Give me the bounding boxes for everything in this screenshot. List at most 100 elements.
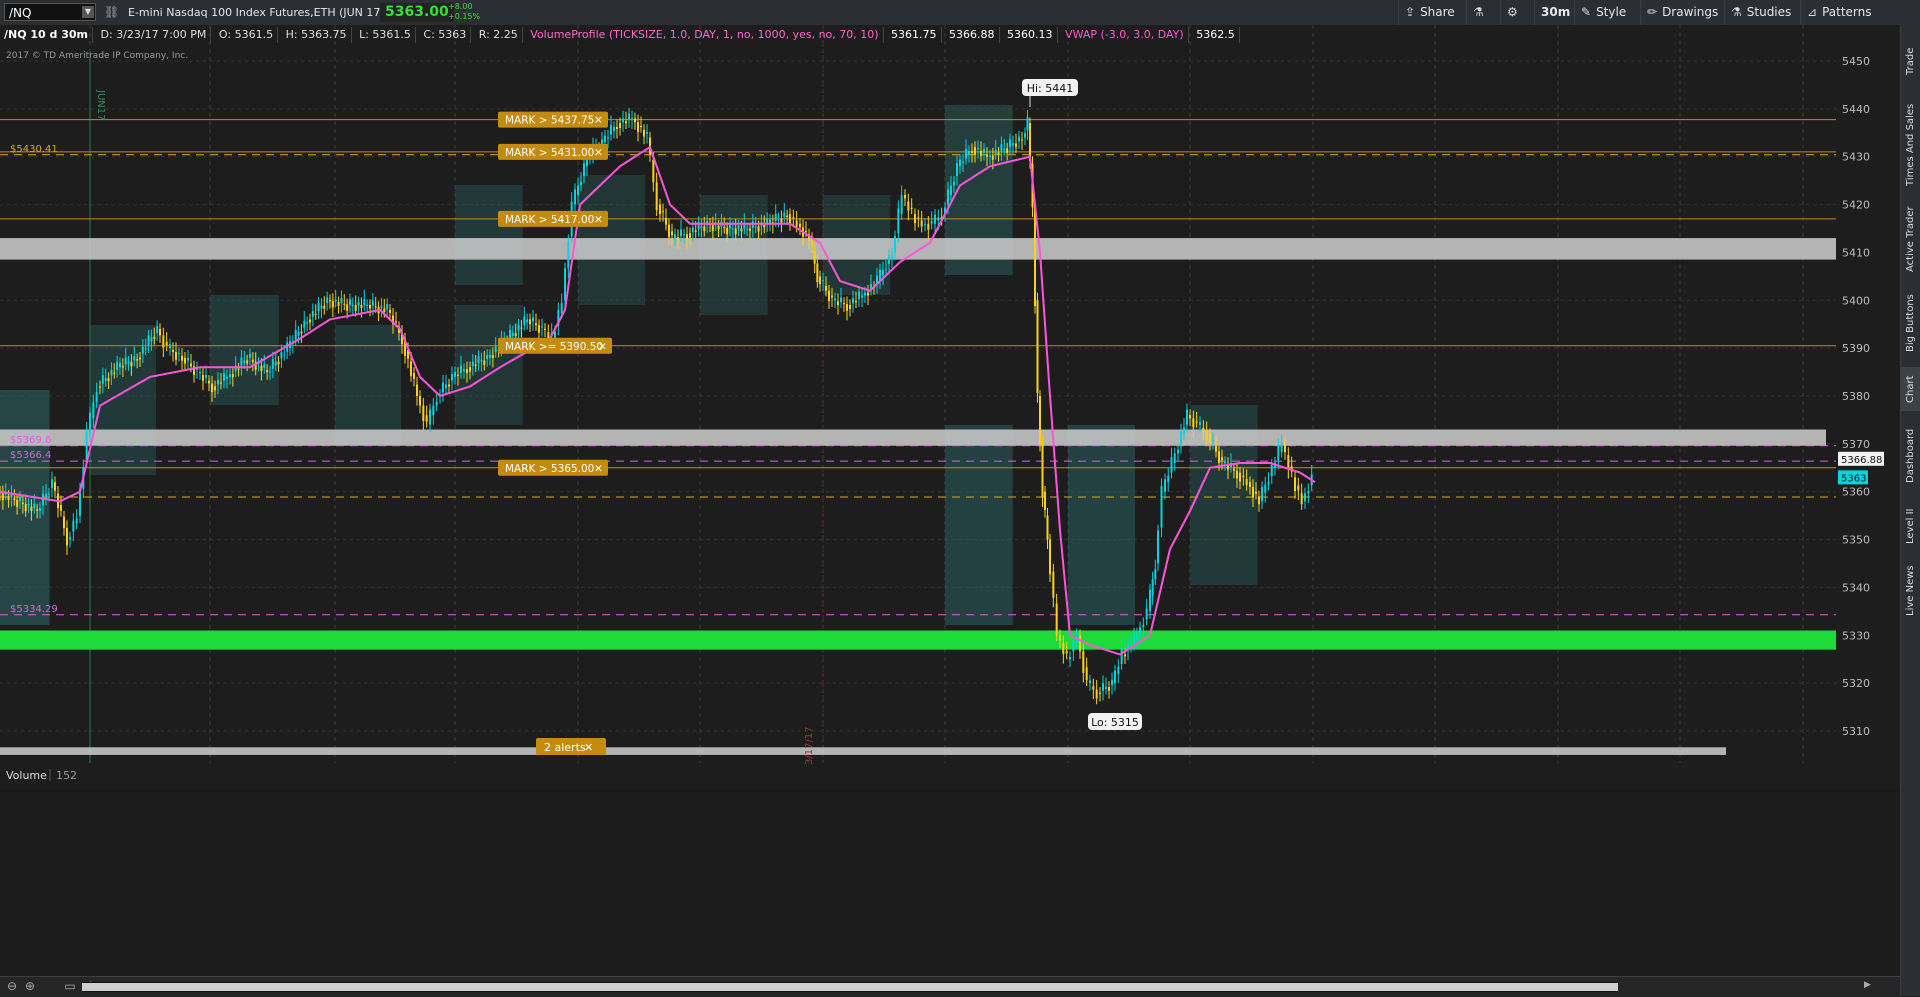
share-button[interactable]: ⇪ Share xyxy=(1398,0,1461,25)
candle-body xyxy=(422,405,425,421)
pan-icon[interactable]: ▭ xyxy=(62,979,78,993)
tab-big-buttons[interactable]: Big Buttons xyxy=(1901,287,1920,359)
candle-body xyxy=(574,189,576,205)
candle-body xyxy=(181,355,183,361)
tab-live-news[interactable]: Live News xyxy=(1901,559,1920,623)
close-icon[interactable]: ✕ xyxy=(584,741,593,754)
mark-label: MARK > 5417.00 xyxy=(505,214,594,226)
symbol-input[interactable]: /NQ ▼ xyxy=(4,3,96,21)
chart-area[interactable]: $5430.41$5366.4$5334.29$5369.6 50,00040,… xyxy=(0,25,1900,790)
style-button[interactable]: ✎ Style xyxy=(1574,0,1632,25)
scroll-right-icon[interactable]: ▶ xyxy=(1864,980,1871,990)
candle-body xyxy=(371,300,374,306)
zoom-in-icon[interactable]: ⊕ xyxy=(22,979,38,993)
profile-block xyxy=(1068,425,1136,625)
candle-body xyxy=(674,234,676,239)
alerts-label: 2 alerts xyxy=(544,741,586,754)
tab-trade[interactable]: Trade xyxy=(1901,31,1920,91)
candle-body xyxy=(27,503,30,506)
tab-times-and-sales[interactable]: Times And Sales xyxy=(1901,99,1920,191)
candle-body xyxy=(1059,635,1061,641)
vp-value-2: 5366.88 xyxy=(945,27,1000,43)
candle-body xyxy=(852,298,854,304)
candle-body xyxy=(828,290,830,302)
patterns-button[interactable]: ⊿ Patterns xyxy=(1800,0,1878,25)
link-icon[interactable]: ⛓ xyxy=(104,5,119,19)
candle-body xyxy=(1284,443,1286,453)
candle-body xyxy=(1252,486,1254,498)
volume-profile-study[interactable]: VolumeProfile (TICKSIZE, 1.0, DAY, 1, no… xyxy=(526,27,884,43)
candle-body xyxy=(1055,603,1058,636)
candle-body xyxy=(757,226,760,232)
candle-body xyxy=(774,213,777,221)
candle-body xyxy=(1294,477,1296,492)
bar-high: H: 5363.75 xyxy=(282,27,352,43)
candle-body xyxy=(888,255,890,264)
candle-body xyxy=(395,321,397,323)
drawings-label: Drawings xyxy=(1662,5,1719,19)
copyright: 2017 © TD Ameritrade IP Company, Inc. xyxy=(6,51,189,61)
candle-body xyxy=(816,263,819,283)
mark-label: MARK > 5431.00 xyxy=(505,147,594,159)
scrollbar-thumb[interactable] xyxy=(82,983,1618,991)
style-icon: ✎ xyxy=(1581,5,1592,19)
candle-body xyxy=(737,225,740,229)
candle-body xyxy=(1239,472,1241,482)
price-axis: 5450 5440 5430 5420 5410 5400 5390 5380 5370 5360… xyxy=(1838,55,1884,738)
tab-dashboard[interactable]: Dashboard xyxy=(1901,419,1920,493)
tab-level-ii[interactable]: Level II xyxy=(1901,501,1920,551)
price-chart-canvas[interactable]: $5430.41$5366.4$5334.29$5369.6 50,00040,… xyxy=(0,25,1900,790)
alerts-badge[interactable]: 2 alerts ✕ xyxy=(536,738,606,755)
tab-active-trader[interactable]: Active Trader xyxy=(1901,199,1920,279)
vwap-value: 5362.5 xyxy=(1192,27,1240,43)
candle-body xyxy=(419,396,421,406)
candle-body xyxy=(986,154,988,157)
candle-body xyxy=(124,357,127,365)
candle-body xyxy=(840,297,842,303)
drawings-button[interactable]: ✏ Drawings xyxy=(1640,0,1724,25)
price-tick: 5330 xyxy=(1842,629,1870,642)
contract-vertical-label: JUN17 xyxy=(95,89,106,120)
candle-body xyxy=(249,354,251,358)
flask-button[interactable]: ⚗ xyxy=(1466,0,1500,25)
zoom-out-icon[interactable]: ⊖ xyxy=(4,979,20,993)
candle-body xyxy=(1009,139,1011,148)
gear-icon: ⚙ xyxy=(1507,5,1518,19)
candle-body xyxy=(529,319,531,325)
candle-body xyxy=(1205,431,1208,441)
candle-body xyxy=(311,311,314,317)
candle-body xyxy=(694,230,697,233)
candle-body xyxy=(237,368,240,370)
top-toolbar: /NQ ▼ ⛓ E-mini Nasdaq 100 Index Futures,… xyxy=(0,0,1920,26)
net-change-percent: +0.15% xyxy=(448,12,481,21)
candle-body xyxy=(1249,482,1251,487)
candle-body xyxy=(740,228,743,232)
candle-body xyxy=(977,148,979,150)
candle-body xyxy=(831,295,833,298)
candle-body xyxy=(1114,670,1116,684)
profile-block xyxy=(455,305,523,425)
settings-button[interactable]: ⚙ xyxy=(1500,0,1534,25)
studies-button[interactable]: ⚗ Studies xyxy=(1724,0,1797,25)
candle-body xyxy=(625,121,627,124)
style-label: Style xyxy=(1596,5,1627,19)
candle-body xyxy=(113,372,116,374)
candle-body xyxy=(413,373,415,379)
time-scrollbar[interactable] xyxy=(82,982,1618,992)
candle-body xyxy=(136,359,139,361)
candle-body xyxy=(541,326,543,328)
chevron-down-icon[interactable]: ▼ xyxy=(82,6,94,18)
candle-body xyxy=(294,330,297,340)
candle-body xyxy=(1095,689,1098,699)
vwap-study[interactable]: VWAP (-3.0, 3.0, DAY) xyxy=(1061,27,1189,43)
share-label: Share xyxy=(1420,5,1455,19)
candle-body xyxy=(95,392,98,403)
tab-chart[interactable]: Chart xyxy=(1901,367,1920,411)
candle-body xyxy=(469,367,471,372)
candle-body xyxy=(223,373,225,381)
candle-body xyxy=(92,402,95,419)
candle-body xyxy=(577,185,579,195)
timeframe-button[interactable]: 30m xyxy=(1534,0,1574,25)
candle-body xyxy=(366,305,369,307)
candle-body xyxy=(965,149,967,159)
